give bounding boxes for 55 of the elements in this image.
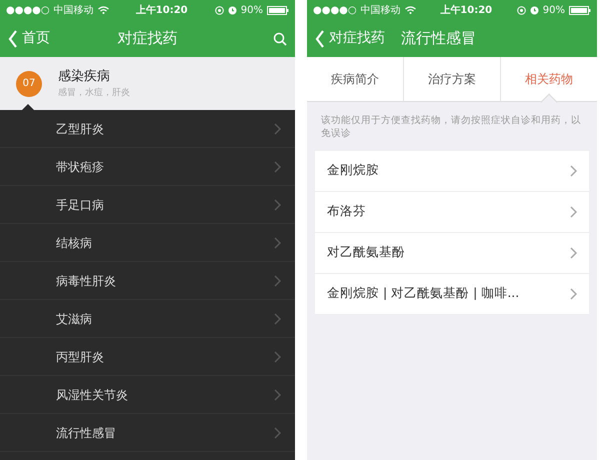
carrier-name: 中国移动: [360, 4, 401, 18]
chevron-right-icon: [274, 160, 281, 172]
battery-icon: [569, 6, 591, 14]
drug-item[interactable]: 金刚烷胺 | 对乙酰氨基酚 | 咖啡...: [315, 274, 589, 315]
screen-title: 对症找药: [118, 28, 178, 50]
disease-item[interactable]: 丙型肝炎: [0, 338, 295, 376]
back-chevron-icon: [8, 30, 18, 48]
chevron-right-icon: [274, 198, 281, 210]
disease-item[interactable]: 手足口病: [0, 186, 295, 224]
disease-item[interactable]: 带状疱疹: [0, 148, 295, 186]
battery-percent: 90%: [240, 4, 263, 18]
search-icon: [273, 32, 287, 46]
chevron-right-icon: [274, 274, 281, 286]
category-title: 感染疾病: [58, 68, 111, 86]
chevron-right-icon: [274, 426, 281, 438]
chevron-right-icon: [570, 288, 577, 300]
alarm-icon: [228, 6, 237, 14]
carrier-name: 中国移动: [54, 4, 94, 18]
wifi-icon: [404, 6, 416, 14]
chevron-right-icon: [274, 236, 281, 248]
chevron-right-icon: [570, 246, 577, 259]
wifi-icon: [98, 6, 109, 14]
screen-title: 流行性感冒: [401, 28, 476, 50]
category-row[interactable]: 07 感染疾病 感冒，水痘，肝炎: [0, 57, 295, 110]
drug-item[interactable]: 布洛芬: [315, 192, 589, 233]
chevron-right-icon: [274, 312, 281, 324]
status-time: 上午10:20: [440, 4, 492, 18]
disease-item[interactable]: 病毒性肝炎: [0, 262, 295, 300]
number-badge: 07: [16, 70, 42, 96]
disclaimer-text: 该功能仅用于方便查找药物，请勿按照症状自诊和用药，以免误诊: [320, 114, 582, 142]
signal-dots: ●●●●○: [6, 4, 50, 18]
chevron-right-icon: [274, 122, 281, 134]
category-subtitle: 感冒，水痘，肝炎: [58, 86, 130, 100]
chevron-right-icon: [274, 350, 281, 362]
battery-percent: 90%: [542, 4, 565, 18]
disease-item[interactable]: 风湿性关节炎: [0, 376, 295, 414]
signal-dots: ●●●●○: [313, 4, 357, 18]
chevron-right-icon: [570, 164, 577, 177]
disease-item[interactable]: 乙型肝炎: [0, 110, 295, 148]
tab[interactable]: 治疗方案: [403, 57, 500, 101]
drug-item[interactable]: 金刚烷胺: [315, 150, 589, 192]
disease-item[interactable]: 结核病: [0, 224, 295, 262]
disease-item[interactable]: 流行性感冒: [0, 414, 295, 452]
tab[interactable]: 疾病简介: [307, 57, 403, 101]
lock-rotation-icon: [516, 6, 526, 14]
chevron-right-icon: [274, 388, 281, 400]
battery-icon: [267, 6, 289, 14]
lock-rotation-icon: [214, 6, 224, 14]
search-button[interactable]: [273, 32, 287, 46]
chevron-right-icon: [570, 206, 577, 218]
status-time: 上午10:20: [136, 4, 188, 18]
disease-item[interactable]: 艾滋病: [0, 300, 295, 338]
drug-item[interactable]: 对乙酰氨基酚: [315, 232, 589, 274]
alarm-icon: [530, 6, 539, 14]
back-chevron-icon: [315, 30, 325, 48]
